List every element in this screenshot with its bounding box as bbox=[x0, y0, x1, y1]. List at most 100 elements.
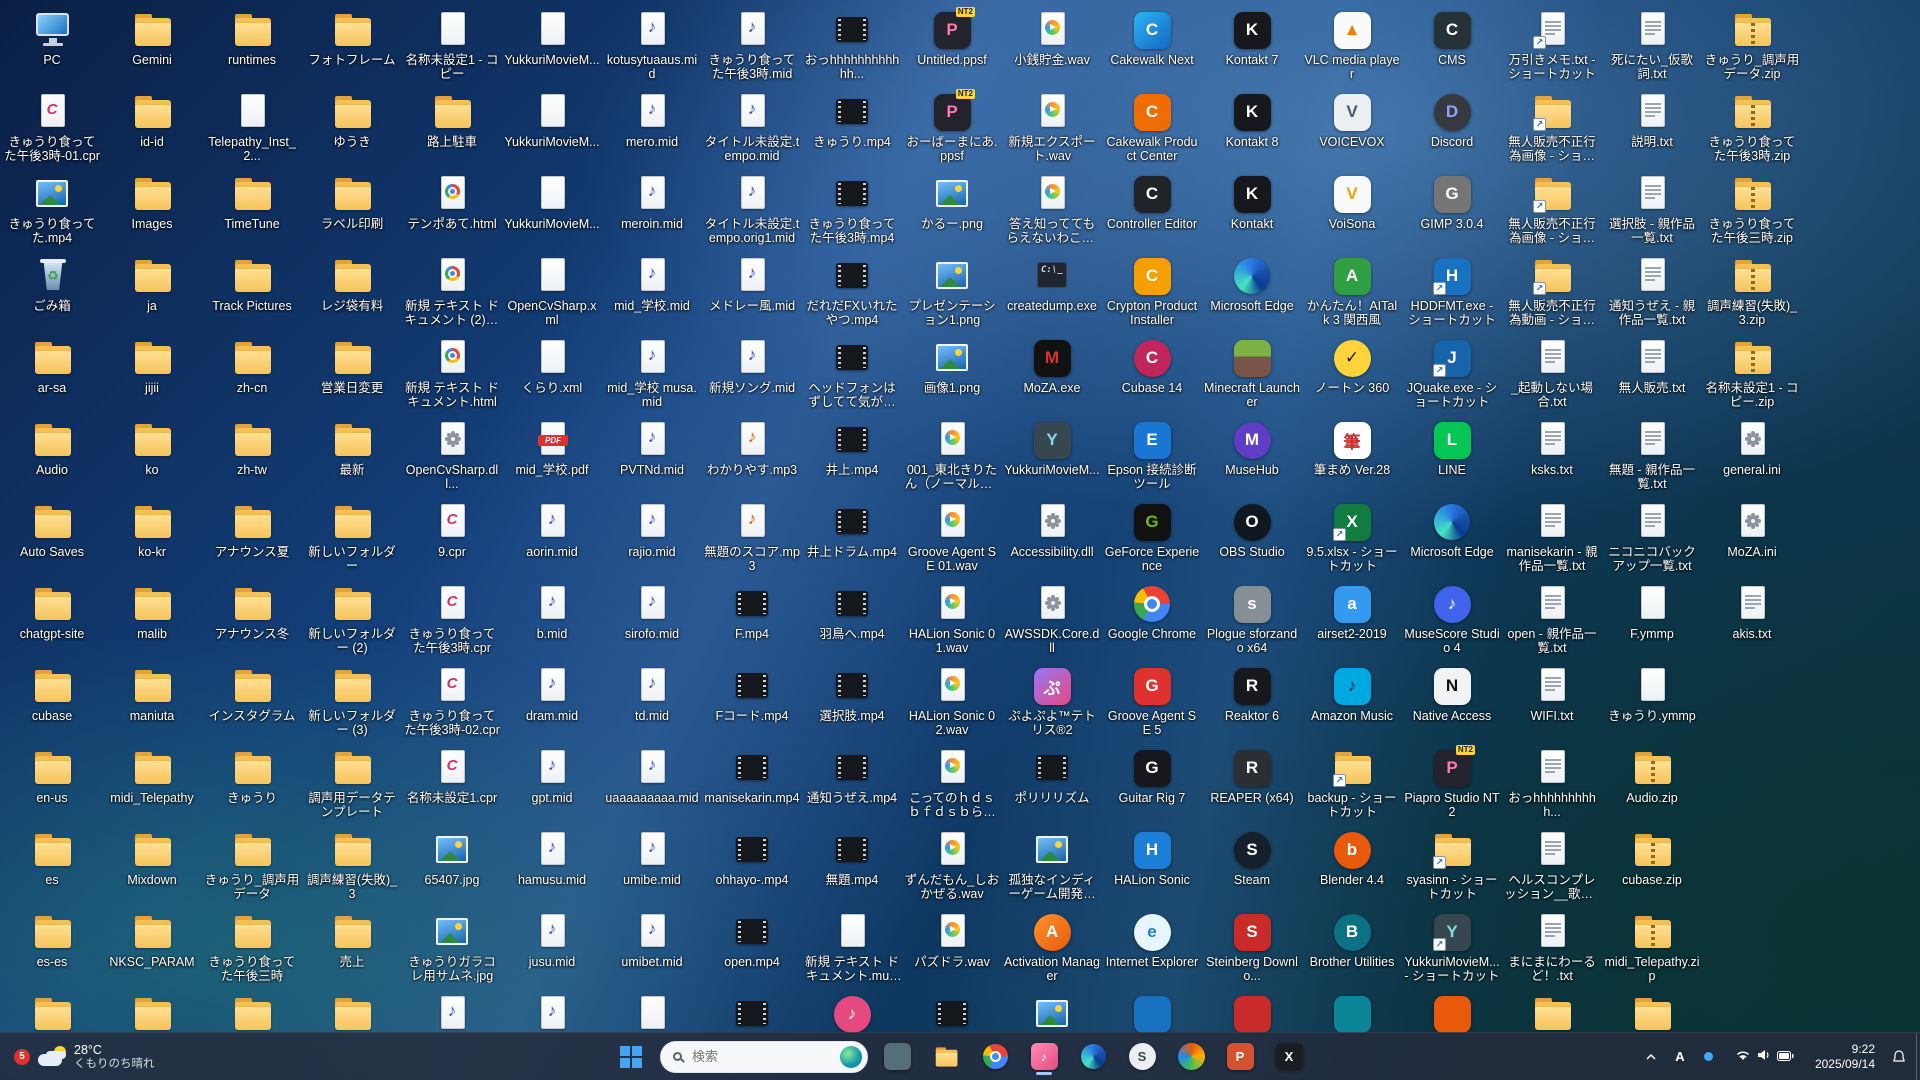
desktop-icon[interactable]: mid_学校 musa.mid bbox=[602, 334, 702, 416]
desktop-icon[interactable]: Mixdown bbox=[102, 826, 202, 908]
desktop-icon[interactable]: きゅうり_調声用データ.zip bbox=[1702, 6, 1802, 88]
desktop-icon[interactable]: Images bbox=[102, 170, 202, 252]
desktop-icon[interactable]: Telepathy_Inst_2... bbox=[202, 88, 302, 170]
desktop-icon[interactable]: YukkuriMovieM... bbox=[502, 170, 602, 252]
desktop-icon[interactable]: jijii bbox=[102, 334, 202, 416]
desktop-icon[interactable]: Auto Saves bbox=[2, 498, 102, 580]
desktop-icon[interactable]: 井上ドラム.mp4 bbox=[802, 498, 902, 580]
desktop-icon[interactable]: SSteinberg Downlo... bbox=[1202, 908, 1302, 990]
desktop-icon[interactable]: きゅうり食ってた午後3時.zip bbox=[1702, 88, 1802, 170]
desktop-icon[interactable]: Audio bbox=[2, 416, 102, 498]
desktop-icon[interactable]: 9.cpr bbox=[402, 498, 502, 580]
desktop-icon[interactable]: general.ini bbox=[1702, 416, 1802, 498]
desktop-icon[interactable]: きゅうり食ってた午後3時.mp4 bbox=[802, 170, 902, 252]
desktop-icon[interactable]: Minecraft Launcher bbox=[1202, 334, 1302, 416]
desktop-icon[interactable]: ar-sa bbox=[2, 334, 102, 416]
taskbar-app-colorful-round-app[interactable] bbox=[1171, 1037, 1211, 1077]
taskbar-app-file-explorer[interactable] bbox=[926, 1037, 966, 1077]
desktop-icon[interactable]: KKontakt bbox=[1202, 170, 1302, 252]
desktop-icon[interactable]: きゅうり bbox=[202, 744, 302, 826]
desktop-icon[interactable]: ぷぷよぷよ™テトリス®2 bbox=[1002, 662, 1102, 744]
desktop-icon[interactable]: PC bbox=[2, 6, 102, 88]
desktop-icon[interactable]: createdump.exe bbox=[1002, 252, 1102, 334]
desktop-icon[interactable]: open - 親作品一覧.txt bbox=[1502, 580, 1602, 662]
desktop-icon[interactable]: ko-kr bbox=[102, 498, 202, 580]
desktop-icon[interactable]: 新規 テキスト ドキュメント.html bbox=[402, 334, 502, 416]
taskbar-app-laptop-app[interactable] bbox=[877, 1037, 917, 1077]
desktop-icon[interactable]: runtimes bbox=[202, 6, 302, 88]
desktop-icon[interactable]: CCakewalk Next bbox=[1102, 6, 1202, 88]
desktop-icon[interactable]: AActivation Manager bbox=[1002, 908, 1102, 990]
desktop-icon[interactable]: 001_東北きりたん（ノーマル）_今しゃ... bbox=[902, 416, 1002, 498]
desktop-icon[interactable]: きゅうり食ってた午後3時.mid bbox=[702, 6, 802, 88]
desktop-icon[interactable]: 通知うぜえ - 親作品一覧.txt bbox=[1602, 252, 1702, 334]
desktop-icon[interactable]: VVOICEVOX bbox=[1302, 88, 1402, 170]
desktop-icon[interactable]: まにまにわーるど！.txt bbox=[1502, 908, 1602, 990]
desktop-icon[interactable]: こってのｈｄｓｂｆｄｓｂらぶわ.wav bbox=[902, 744, 1002, 826]
desktop-icon[interactable]: ゆうき bbox=[302, 88, 402, 170]
desktop-icon[interactable]: CCakewalk Product Center bbox=[1102, 88, 1202, 170]
desktop-icon[interactable]: 新しいフォルダー (2) bbox=[302, 580, 402, 662]
desktop-icon[interactable]: 無題のスコア.mp3 bbox=[702, 498, 802, 580]
desktop-icon[interactable]: 無題 - 親作品一覧.txt bbox=[1602, 416, 1702, 498]
desktop-icon[interactable]: ↗無人販売不正行為動画 - ショートカット bbox=[1502, 252, 1602, 334]
desktop-icon[interactable]: rajio.mid bbox=[602, 498, 702, 580]
desktop-icon[interactable]: Microsoft Edge bbox=[1202, 252, 1302, 334]
desktop-icon[interactable]: ずんだもん_しおかぜる.wav bbox=[902, 826, 1002, 908]
desktop-icon[interactable]: ko bbox=[102, 416, 202, 498]
desktop-icon[interactable]: メドレー風.mid bbox=[702, 252, 802, 334]
desktop-icon[interactable]: VVoiSona bbox=[1302, 170, 1402, 252]
desktop-icon[interactable]: フォトフレーム bbox=[302, 6, 402, 88]
desktop-icon[interactable]: PNT2Piapro Studio NT2 bbox=[1402, 744, 1502, 826]
desktop-icon[interactable]: RREAPER (x64) bbox=[1202, 744, 1302, 826]
desktop-icon[interactable]: Microsoft Edge bbox=[1402, 498, 1502, 580]
desktop-icon[interactable]: GGeForce Experience bbox=[1102, 498, 1202, 580]
desktop-icon[interactable]: OOBS Studio bbox=[1202, 498, 1302, 580]
desktop-icon[interactable]: ↗無人販売不正行為画像 - ショートカッ... bbox=[1502, 88, 1602, 170]
desktop-icon[interactable]: Y↗YukkuriMovieM... - ショートカット bbox=[1402, 908, 1502, 990]
desktop-icon[interactable]: テンポあて.html bbox=[402, 170, 502, 252]
desktop-icon[interactable]: レジ袋有料 bbox=[302, 252, 402, 334]
desktop-icon[interactable]: 新規ソング.mid bbox=[702, 334, 802, 416]
taskbar-app-x-dark-app[interactable]: X bbox=[1269, 1037, 1309, 1077]
desktop-icon[interactable]: 新規 テキスト ドキュメント.musicxml bbox=[802, 908, 902, 990]
desktop-icon[interactable]: ↗syasinn - ショートカット bbox=[1402, 826, 1502, 908]
ime-mode-indicator[interactable]: A bbox=[1671, 1041, 1689, 1073]
desktop-icon[interactable]: 答え知っててもらえないわこれ.wav bbox=[1002, 170, 1102, 252]
desktop-icon[interactable]: mid_学校.pdf bbox=[502, 416, 602, 498]
desktop-icon[interactable]: open.mp4 bbox=[702, 908, 802, 990]
desktop-icon[interactable]: zh-cn bbox=[202, 334, 302, 416]
desktop-icon[interactable]: 新規エクスポート.wav bbox=[1002, 88, 1102, 170]
desktop-icon[interactable]: malib bbox=[102, 580, 202, 662]
desktop-icon[interactable]: Audio.zip bbox=[1602, 744, 1702, 826]
desktop-icon[interactable]: bBlender 4.4 bbox=[1302, 826, 1402, 908]
desktop-icon[interactable]: GGuitar Rig 7 bbox=[1102, 744, 1202, 826]
desktop-icon[interactable]: YukkuriMovieM... bbox=[502, 88, 602, 170]
desktop-icon[interactable]: eInternet Explorer bbox=[1102, 908, 1202, 990]
tray-chevron-up-icon[interactable] bbox=[1642, 1041, 1660, 1073]
desktop-icon[interactable]: td.mid bbox=[602, 662, 702, 744]
desktop-icon[interactable]: Accessibility.dll bbox=[1002, 498, 1102, 580]
taskbar-app-edge[interactable] bbox=[1073, 1037, 1113, 1077]
desktop-icon[interactable]: es-es bbox=[2, 908, 102, 990]
desktop-icon[interactable]: 売上 bbox=[302, 908, 402, 990]
desktop-icon[interactable]: aorin.mid bbox=[502, 498, 602, 580]
desktop-icon[interactable]: midi_Telepathy bbox=[102, 744, 202, 826]
desktop-icon[interactable]: アナウンス冬 bbox=[202, 580, 302, 662]
desktop-icon[interactable]: 孤独なインディーゲーム開発者の一生... bbox=[1002, 826, 1102, 908]
desktop-icon[interactable]: umibet.mid bbox=[602, 908, 702, 990]
desktop-icon[interactable]: おっhhhhhhhhhh... bbox=[1502, 744, 1602, 826]
desktop-icon[interactable]: _起動しない場合.txt bbox=[1502, 334, 1602, 416]
desktop-icon[interactable]: ♪MuseScore Studio 4 bbox=[1402, 580, 1502, 662]
desktop-icon[interactable]: TimeTune bbox=[202, 170, 302, 252]
desktop-icon[interactable]: 新しいフォルダー (3) bbox=[302, 662, 402, 744]
desktop-icon[interactable]: manisekarin.mp4 bbox=[702, 744, 802, 826]
weather-widget[interactable]: 5 28°C くもりのち晴れ bbox=[0, 1033, 169, 1080]
desktop-icon[interactable]: Track Pictures bbox=[202, 252, 302, 334]
desktop-icon[interactable]: 新規 テキスト ドキュメント (2).html bbox=[402, 252, 502, 334]
desktop-icon[interactable]: MoZA.ini bbox=[1702, 498, 1802, 580]
desktop-icon[interactable]: 路上駐車 bbox=[402, 88, 502, 170]
desktop-icon[interactable]: きゅうり食ってた午後三時 bbox=[202, 908, 302, 990]
desktop-icon[interactable]: タイトル未設定.tempo.mid bbox=[702, 88, 802, 170]
desktop-icon[interactable]: RReaktor 6 bbox=[1202, 662, 1302, 744]
